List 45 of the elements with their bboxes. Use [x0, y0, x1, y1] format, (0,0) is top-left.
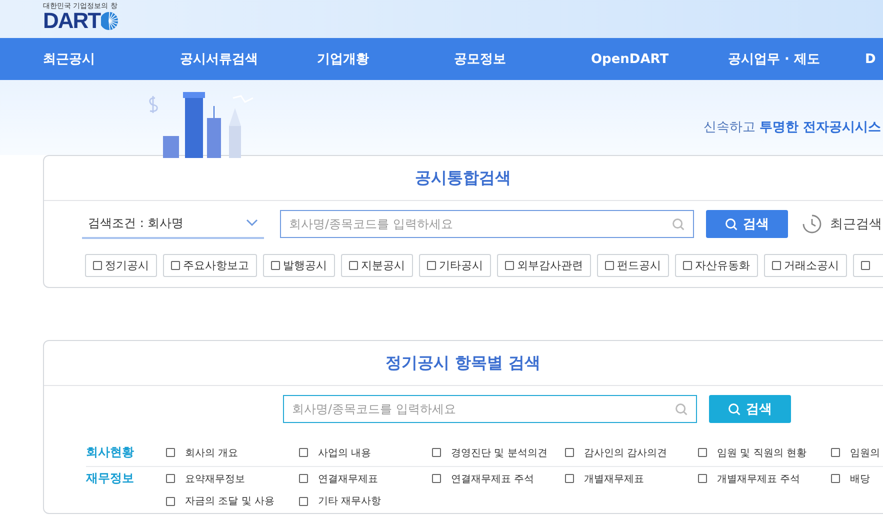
search-button[interactable]: 검색: [706, 210, 788, 238]
item-checkbox[interactable]: 요약재무정보: [166, 472, 299, 486]
search-icon: [672, 218, 685, 230]
item-checkbox[interactable]: 사업의 내용: [299, 446, 432, 460]
category-label: 재무정보: [86, 470, 135, 487]
nav-link[interactable]: 기업개황: [317, 50, 454, 68]
nav-link[interactable]: 공시서류검색: [180, 50, 317, 68]
nav-link[interactable]: OpenDART: [591, 52, 728, 66]
search-icon: [675, 402, 688, 416]
item-checkbox[interactable]: 연결재무제표: [299, 472, 432, 486]
item-checkbox[interactable]: 회사의 개요: [166, 446, 299, 460]
filter-checkbox[interactable]: 외부감사관련: [497, 254, 591, 277]
search-icon: [728, 402, 741, 416]
filter-checkbox[interactable]: 정기공시: [85, 254, 157, 277]
filter-checkbox[interactable]: 기타공시: [419, 254, 491, 277]
filter-checkbox[interactable]: 펀드공시: [597, 254, 669, 277]
item-checkbox[interactable]: 기타 재무사항: [299, 494, 432, 508]
search-icon: [725, 218, 738, 230]
category-label: 회사현황: [86, 444, 135, 461]
filter-checkbox[interactable]: 지분공시: [341, 254, 413, 277]
item-checkbox[interactable]: 임원 및 직원의 현황: [698, 446, 831, 460]
filter-checkbox[interactable]: 거래소공시: [764, 254, 847, 277]
nav-link[interactable]: 공모정보: [454, 50, 591, 68]
item-checkbox[interactable]: 감사인의 감사의견: [565, 446, 698, 460]
filter-checkbox[interactable]: 발행공시: [263, 254, 335, 277]
card-title: 정기공시 항목별 검색: [44, 341, 883, 386]
condition-dropdown[interactable]: 검색조건 : 회사명: [82, 209, 264, 239]
filter-checkbox[interactable]: 주요사항보고: [163, 254, 257, 277]
history-clock-icon: [802, 214, 822, 234]
item-checkbox[interactable]: 연결재무제표 주석: [432, 472, 565, 486]
recent-searches-link[interactable]: 최근검색: [830, 215, 882, 233]
item-checkbox[interactable]: 경영진단 및 분석의견: [432, 446, 565, 460]
item-checkbox[interactable]: 임원의: [831, 446, 883, 460]
slogan-text: 신속하고 투명한 전자공시시스: [703, 119, 881, 136]
nav-link[interactable]: 공시업무 · 제도: [728, 50, 865, 68]
filter-checkbox[interactable]: 자산유동화: [675, 254, 758, 277]
chevron-down-icon: [246, 219, 258, 227]
nav-link[interactable]: 최근공시: [43, 50, 180, 68]
nav-link[interactable]: D: [865, 52, 883, 66]
logo-text[interactable]: DART: [43, 10, 100, 32]
card-title: 공시통합검색: [44, 156, 883, 201]
item-checkbox[interactable]: 배당: [831, 472, 883, 486]
item-checkbox[interactable]: 개별재무제표: [565, 472, 698, 486]
item-checkbox[interactable]: 자금의 조달 및 사용: [166, 494, 299, 508]
item-checkbox[interactable]: 개별재무제표 주석: [698, 472, 831, 486]
